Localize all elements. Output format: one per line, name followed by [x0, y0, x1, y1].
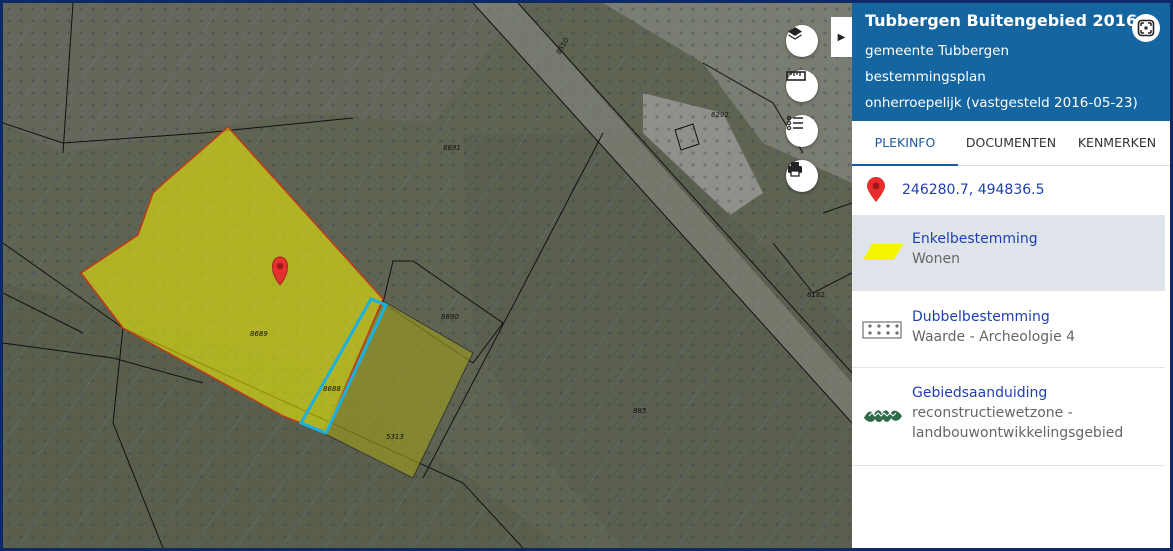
parcel-label: 5313 — [386, 433, 404, 441]
parcel-label: 6292 — [711, 111, 729, 119]
plan-type: bestemmingsplan — [865, 69, 986, 85]
layers-button[interactable] — [786, 25, 818, 57]
item-title[interactable]: Gebiedsaanduiding — [912, 385, 1047, 401]
parcel-label: 8182 — [807, 291, 825, 299]
parcel-label: 885 — [633, 407, 647, 415]
enkelbestemming-symbol-icon — [863, 244, 903, 260]
item-subtitle: Waarde - Archeologie 4 — [912, 329, 1076, 345]
collapse-panel-button[interactable]: ▶ — [831, 17, 852, 57]
tab-plekinfo[interactable]: PLEKINFO — [852, 121, 958, 166]
panel-tabs: PLEKINFO DOCUMENTEN KENMERKEN — [852, 121, 1170, 166]
tab-kenmerken[interactable]: KENMERKEN — [1064, 121, 1170, 165]
parcel-label: 8690 — [441, 313, 459, 321]
parcel-label: 8688 — [323, 385, 341, 393]
legend-button[interactable] — [786, 115, 818, 147]
item-title[interactable]: Enkelbestemming — [912, 231, 1038, 247]
parcel-label: 8689 — [250, 330, 268, 338]
plan-municipality: gemeente Tubbergen — [865, 43, 1010, 59]
layers-icon — [788, 27, 802, 40]
list-item-gebiedsaanduiding[interactable]: Gebiedsaanduiding reconstructiewetzone -… — [852, 368, 1165, 466]
map-view[interactable]: 8510 6292 8691 8690 8689 8688 5313 885 8… — [3, 3, 852, 548]
tab-documenten[interactable]: DOCUMENTEN — [958, 121, 1064, 165]
print-button[interactable] — [786, 160, 818, 192]
plan-header: Tubbergen Buitengebied 2016 gemeente Tub… — [852, 3, 1170, 121]
dubbelbestemming-symbol-icon — [862, 321, 902, 339]
location-pin-icon — [867, 177, 885, 202]
plan-title: Tubbergen Buitengebied 2016 — [865, 11, 1138, 30]
item-title[interactable]: Dubbelbestemming — [912, 309, 1050, 325]
info-panel: Tubbergen Buitengebied 2016 gemeente Tub… — [852, 3, 1170, 548]
fullscreen-button[interactable] — [1132, 14, 1160, 42]
list-item-dubbelbestemming[interactable]: Dubbelbestemming Waarde - Archeologie 4 — [852, 291, 1165, 368]
map-canvas[interactable]: 8510 6292 8691 8690 8689 8688 5313 885 8… — [3, 3, 852, 548]
chevron-right-icon: ▶ — [837, 31, 846, 43]
parcel-label: 8691 — [443, 144, 461, 152]
item-subtitle-line-2: landbouwontwikkelingsgebied — [912, 425, 1124, 441]
item-subtitle: Wonen — [912, 251, 960, 267]
location-row: 246280.7, 494836.5 — [852, 165, 1170, 215]
list-item-enkelbestemming[interactable]: Enkelbestemming Wonen — [852, 215, 1165, 291]
app-frame: 8510 6292 8691 8690 8689 8688 5313 885 8… — [0, 0, 1173, 551]
item-subtitle-line-1: reconstructiewetzone - — [912, 405, 1073, 421]
plan-status: onherroepelijk (vastgesteld 2016-05-23) — [865, 95, 1138, 111]
location-coordinates[interactable]: 246280.7, 494836.5 — [902, 182, 1045, 198]
fullscreen-icon — [1137, 19, 1155, 37]
legend-icon — [786, 115, 803, 131]
measure-button[interactable] — [786, 70, 818, 102]
gebiedsaanduiding-symbol-icon — [864, 410, 902, 422]
measure-icon — [786, 71, 806, 81]
print-icon — [788, 162, 802, 177]
